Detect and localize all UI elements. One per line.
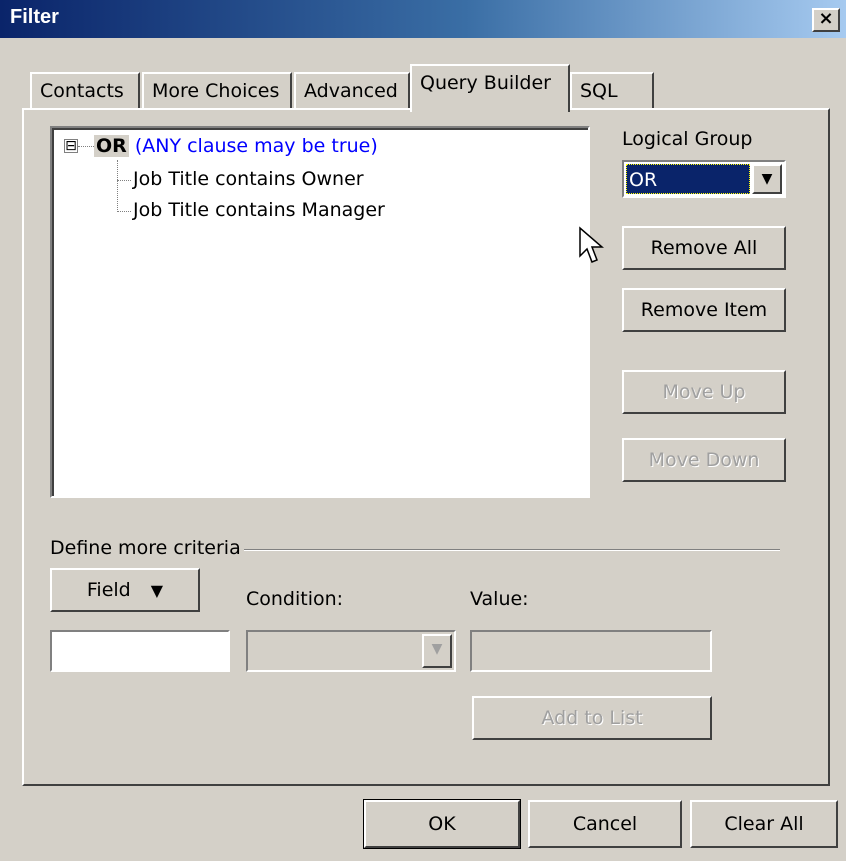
triangle-down-icon: ▼ <box>150 581 164 600</box>
value-input[interactable] <box>470 630 712 672</box>
tab-sql[interactable]: SQL <box>570 72 654 108</box>
tab-sql-label: SQL <box>580 80 618 102</box>
triangle-down-icon[interactable]: ▼ <box>752 164 782 194</box>
logical-group-value: OR <box>626 164 750 194</box>
clear-all-button[interactable]: Clear All <box>690 800 838 848</box>
tab-advanced-label: Advanced <box>304 80 398 102</box>
close-button[interactable]: × <box>812 8 840 32</box>
cancel-button[interactable]: Cancel <box>528 800 682 848</box>
add-to-list-button[interactable]: Add to List <box>472 696 712 740</box>
tree-root-description: (ANY clause may be true) <box>134 135 378 157</box>
tab-more-choices[interactable]: More Choices <box>142 72 292 108</box>
tab-more-choices-label: More Choices <box>152 80 280 102</box>
tree-item[interactable]: Job Title contains Manager <box>133 199 385 221</box>
move-up-button[interactable]: Move Up <box>622 370 786 414</box>
tab-query-builder[interactable]: Query Builder <box>410 64 570 112</box>
move-down-button[interactable]: Move Down <box>622 438 786 482</box>
tab-contacts[interactable]: Contacts <box>30 72 140 108</box>
condition-select[interactable]: ▼ <box>246 630 456 672</box>
tree-connector <box>117 211 131 212</box>
group-divider <box>244 549 780 551</box>
logical-group-label: Logical Group <box>622 128 753 150</box>
remove-item-button[interactable]: Remove Item <box>622 288 786 332</box>
remove-all-button[interactable]: Remove All <box>622 226 786 270</box>
criteria-group-label: Define more criteria <box>50 537 241 559</box>
logical-group-select[interactable]: OR ▼ <box>622 160 786 198</box>
field-button[interactable]: Field ▼ <box>50 568 200 612</box>
title-bar <box>0 0 846 38</box>
tree-root-node[interactable]: OR (ANY clause may be true) <box>94 135 378 157</box>
window-title: Filter <box>10 6 59 28</box>
tree-root-label: OR <box>94 135 129 157</box>
tab-contacts-label: Contacts <box>40 80 124 102</box>
tree-connector <box>117 160 118 212</box>
ok-button[interactable]: OK <box>363 799 521 849</box>
condition-label: Condition: <box>246 588 344 610</box>
tree-item[interactable]: Job Title contains Owner <box>133 168 364 190</box>
tab-advanced[interactable]: Advanced <box>294 72 410 108</box>
triangle-down-icon: ▼ <box>422 634 452 668</box>
tab-query-builder-label: Query Builder <box>420 72 551 94</box>
close-icon: × <box>818 8 834 29</box>
tree-connector <box>78 146 94 147</box>
arrow-cursor-icon <box>579 226 604 263</box>
tree-collapse-icon[interactable]: ⊟ <box>64 139 78 153</box>
value-label: Value: <box>470 588 529 610</box>
field-input[interactable] <box>50 630 230 672</box>
field-button-label: Field <box>86 579 131 601</box>
tree-connector <box>117 180 131 181</box>
